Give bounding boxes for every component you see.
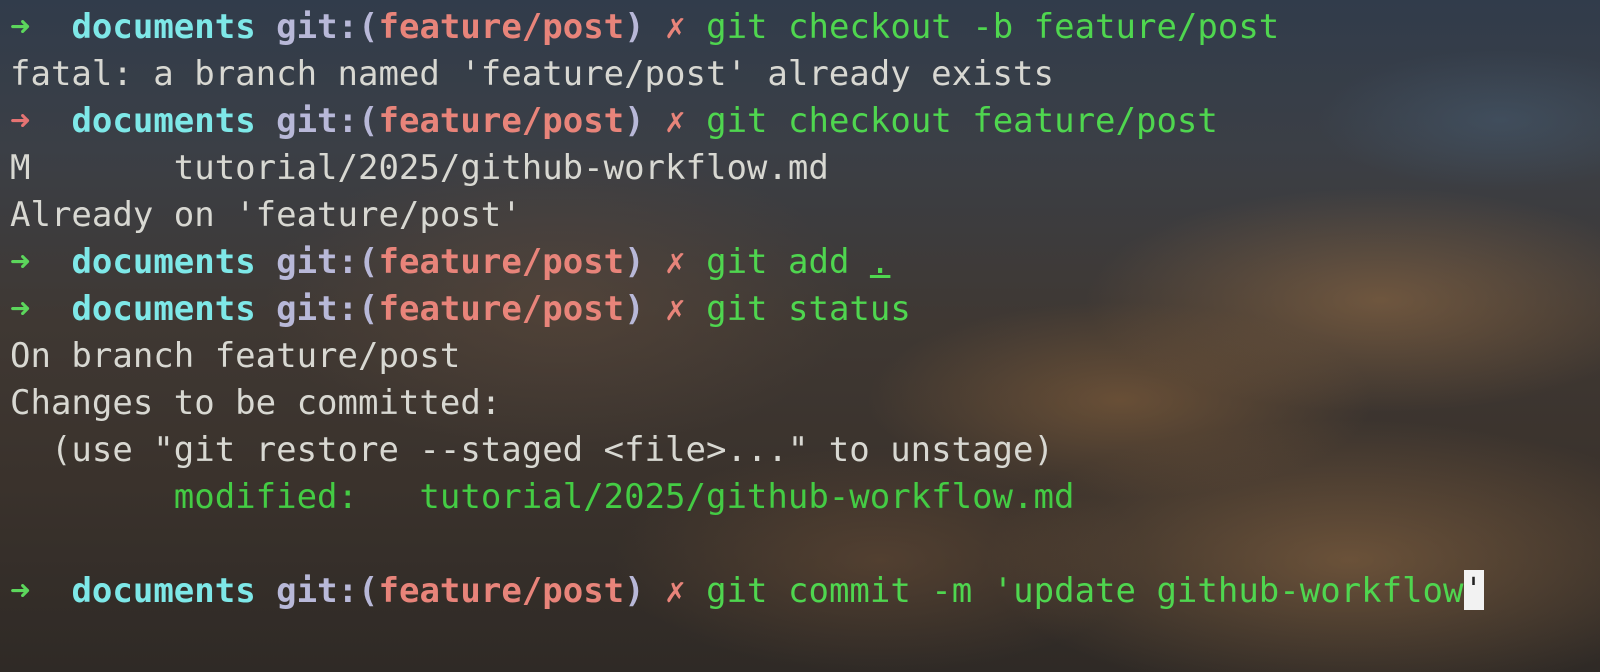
command-name: git — [706, 289, 768, 329]
output-line: (use "git restore --staged <file>..." to… — [10, 430, 1054, 470]
path-argument: . — [869, 242, 891, 282]
branch-name: feature/post — [378, 571, 625, 611]
git-close: ) — [624, 289, 645, 329]
command-name: git — [706, 7, 768, 47]
command-args: checkout feature/post — [788, 101, 1218, 141]
active-prompt-line[interactable]: ➜ documents git:(feature/post) ✗ git com… — [10, 568, 1590, 615]
command-name: git — [706, 242, 768, 282]
dirty-mark-icon: ✗ — [665, 242, 686, 282]
dirty-mark-icon: ✗ — [665, 571, 686, 611]
git-close: ) — [624, 242, 645, 282]
prompt-line: ➜ documents git:(feature/post) ✗ git che… — [10, 4, 1590, 51]
prompt-line: ➜ documents git:(feature/post) ✗ git sta… — [10, 286, 1590, 333]
output-line: M tutorial/2025/github-workflow.md — [10, 148, 829, 188]
git-label: git:( — [276, 101, 379, 141]
git-close: ) — [624, 101, 645, 141]
branch-name: feature/post — [378, 242, 625, 282]
text-cursor: ' — [1463, 569, 1484, 610]
prompt-arrow-icon: ➜ — [10, 7, 31, 47]
prompt-directory: documents — [71, 571, 256, 611]
prompt-directory: documents — [71, 101, 256, 141]
prompt-arrow-icon: ➜ — [10, 571, 31, 611]
prompt-arrow-icon: ➜ — [10, 289, 31, 329]
prompt-line: ➜ documents git:(feature/post) ✗ git add… — [10, 239, 1590, 286]
git-label: git:( — [276, 571, 379, 611]
command-input[interactable]: commit -m 'update github-workflow — [788, 571, 1464, 611]
modified-file-path: tutorial/2025/github-workflow.md — [358, 477, 1075, 517]
dirty-mark-icon: ✗ — [665, 7, 686, 47]
dirty-mark-icon: ✗ — [665, 101, 686, 141]
git-label: git:( — [276, 242, 379, 282]
branch-name: feature/post — [378, 101, 625, 141]
output-line: Already on 'feature/post' — [10, 195, 522, 235]
command-name: git — [706, 101, 768, 141]
git-label: git:( — [276, 289, 379, 329]
prompt-directory: documents — [71, 242, 256, 282]
prompt-directory: documents — [71, 289, 256, 329]
command-name: git — [706, 571, 768, 611]
prompt-line: ➜ documents git:(feature/post) ✗ git che… — [10, 98, 1590, 145]
branch-name: feature/post — [378, 289, 625, 329]
git-close: ) — [624, 7, 645, 47]
command-args: status — [788, 289, 911, 329]
prompt-directory: documents — [71, 7, 256, 47]
output-line: On branch feature/post — [10, 336, 461, 376]
command-args: add — [788, 242, 850, 282]
modified-label: modified: — [10, 477, 358, 517]
output-line: Changes to be committed: — [10, 383, 502, 423]
output-line: fatal: a branch named 'feature/post' alr… — [10, 54, 1054, 94]
branch-name: feature/post — [378, 7, 625, 47]
dirty-mark-icon: ✗ — [665, 289, 686, 329]
prompt-arrow-icon: ➜ — [10, 242, 31, 282]
terminal-window[interactable]: ➜ documents git:(feature/post) ✗ git che… — [10, 4, 1590, 615]
prompt-arrow-icon: ➜ — [10, 101, 31, 141]
modified-file-line: modified: tutorial/2025/github-workflow.… — [10, 474, 1590, 521]
git-close: ) — [624, 571, 645, 611]
command-args: checkout -b feature/post — [788, 7, 1280, 47]
git-label: git:( — [276, 7, 379, 47]
